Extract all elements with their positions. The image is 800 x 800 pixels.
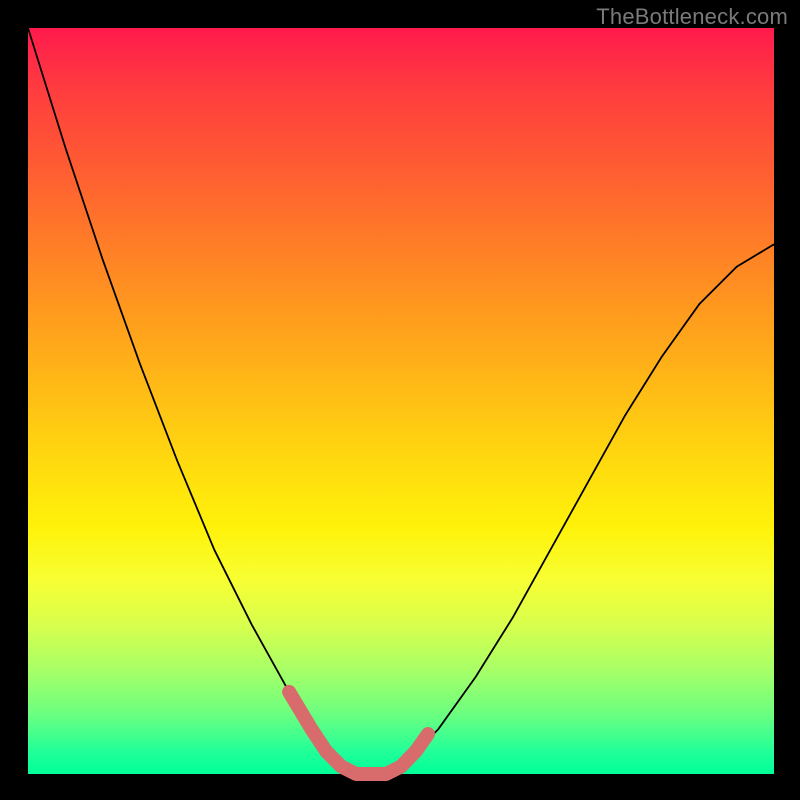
highlight-segment (289, 692, 428, 774)
bottleneck-curve (28, 28, 774, 774)
plot-svg (28, 28, 774, 774)
plot-area (28, 28, 774, 774)
watermark-text: TheBottleneck.com (596, 4, 788, 30)
chart-stage: TheBottleneck.com (0, 0, 800, 800)
